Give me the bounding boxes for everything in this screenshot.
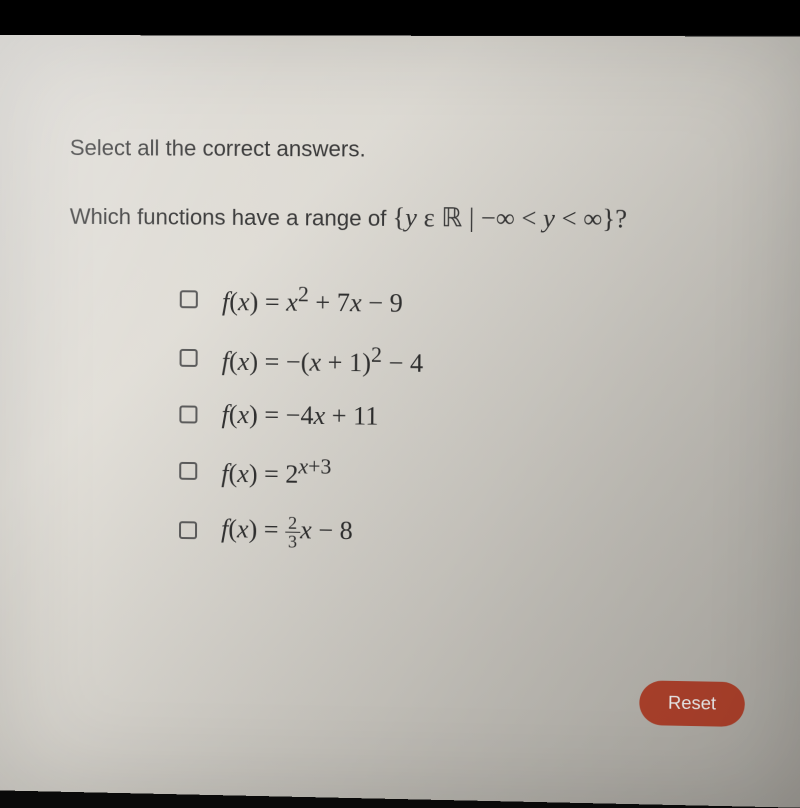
reset-button[interactable]: Reset	[639, 680, 745, 727]
option-expression: f(x) = −(x + 1)2 − 4	[222, 341, 424, 379]
option-row[interactable]: f(x) = 23x − 8	[179, 512, 758, 557]
question-prompt: Which functions have a range of {y ε ℝ |…	[70, 201, 762, 236]
screen-surface: Select all the correct answers. Which fu…	[0, 35, 800, 808]
window-top-bar	[0, 0, 800, 35]
checkbox[interactable]	[180, 290, 198, 308]
option-expression: f(x) = −4x + 11	[221, 400, 378, 432]
checkbox[interactable]	[179, 522, 197, 540]
option-row[interactable]: f(x) = −(x + 1)2 − 4	[180, 341, 760, 383]
option-row[interactable]: f(x) = −4x + 11	[179, 400, 759, 437]
option-expression: f(x) = 23x − 8	[221, 513, 353, 552]
option-expression: f(x) = x2 + 7x − 9	[222, 282, 403, 319]
answer-options: f(x) = x2 + 7x − 9 f(x) = −(x + 1)2 − 4 …	[179, 281, 761, 557]
checkbox[interactable]	[180, 349, 198, 367]
checkbox[interactable]	[179, 406, 197, 424]
range-set-notation: {y ε ℝ | −∞ < y < ∞}?	[392, 203, 627, 235]
option-expression: f(x) = 2x+3	[221, 454, 331, 491]
option-row[interactable]: f(x) = 2x+3	[179, 453, 758, 496]
prompt-suffix: ?	[615, 204, 627, 233]
prompt-prefix: Which functions have a range of	[70, 204, 387, 232]
checkbox[interactable]	[179, 462, 197, 480]
instruction-text: Select all the correct answers.	[70, 135, 763, 164]
question-content: Select all the correct answers. Which fu…	[30, 105, 800, 788]
option-row[interactable]: f(x) = x2 + 7x − 9	[180, 281, 761, 322]
